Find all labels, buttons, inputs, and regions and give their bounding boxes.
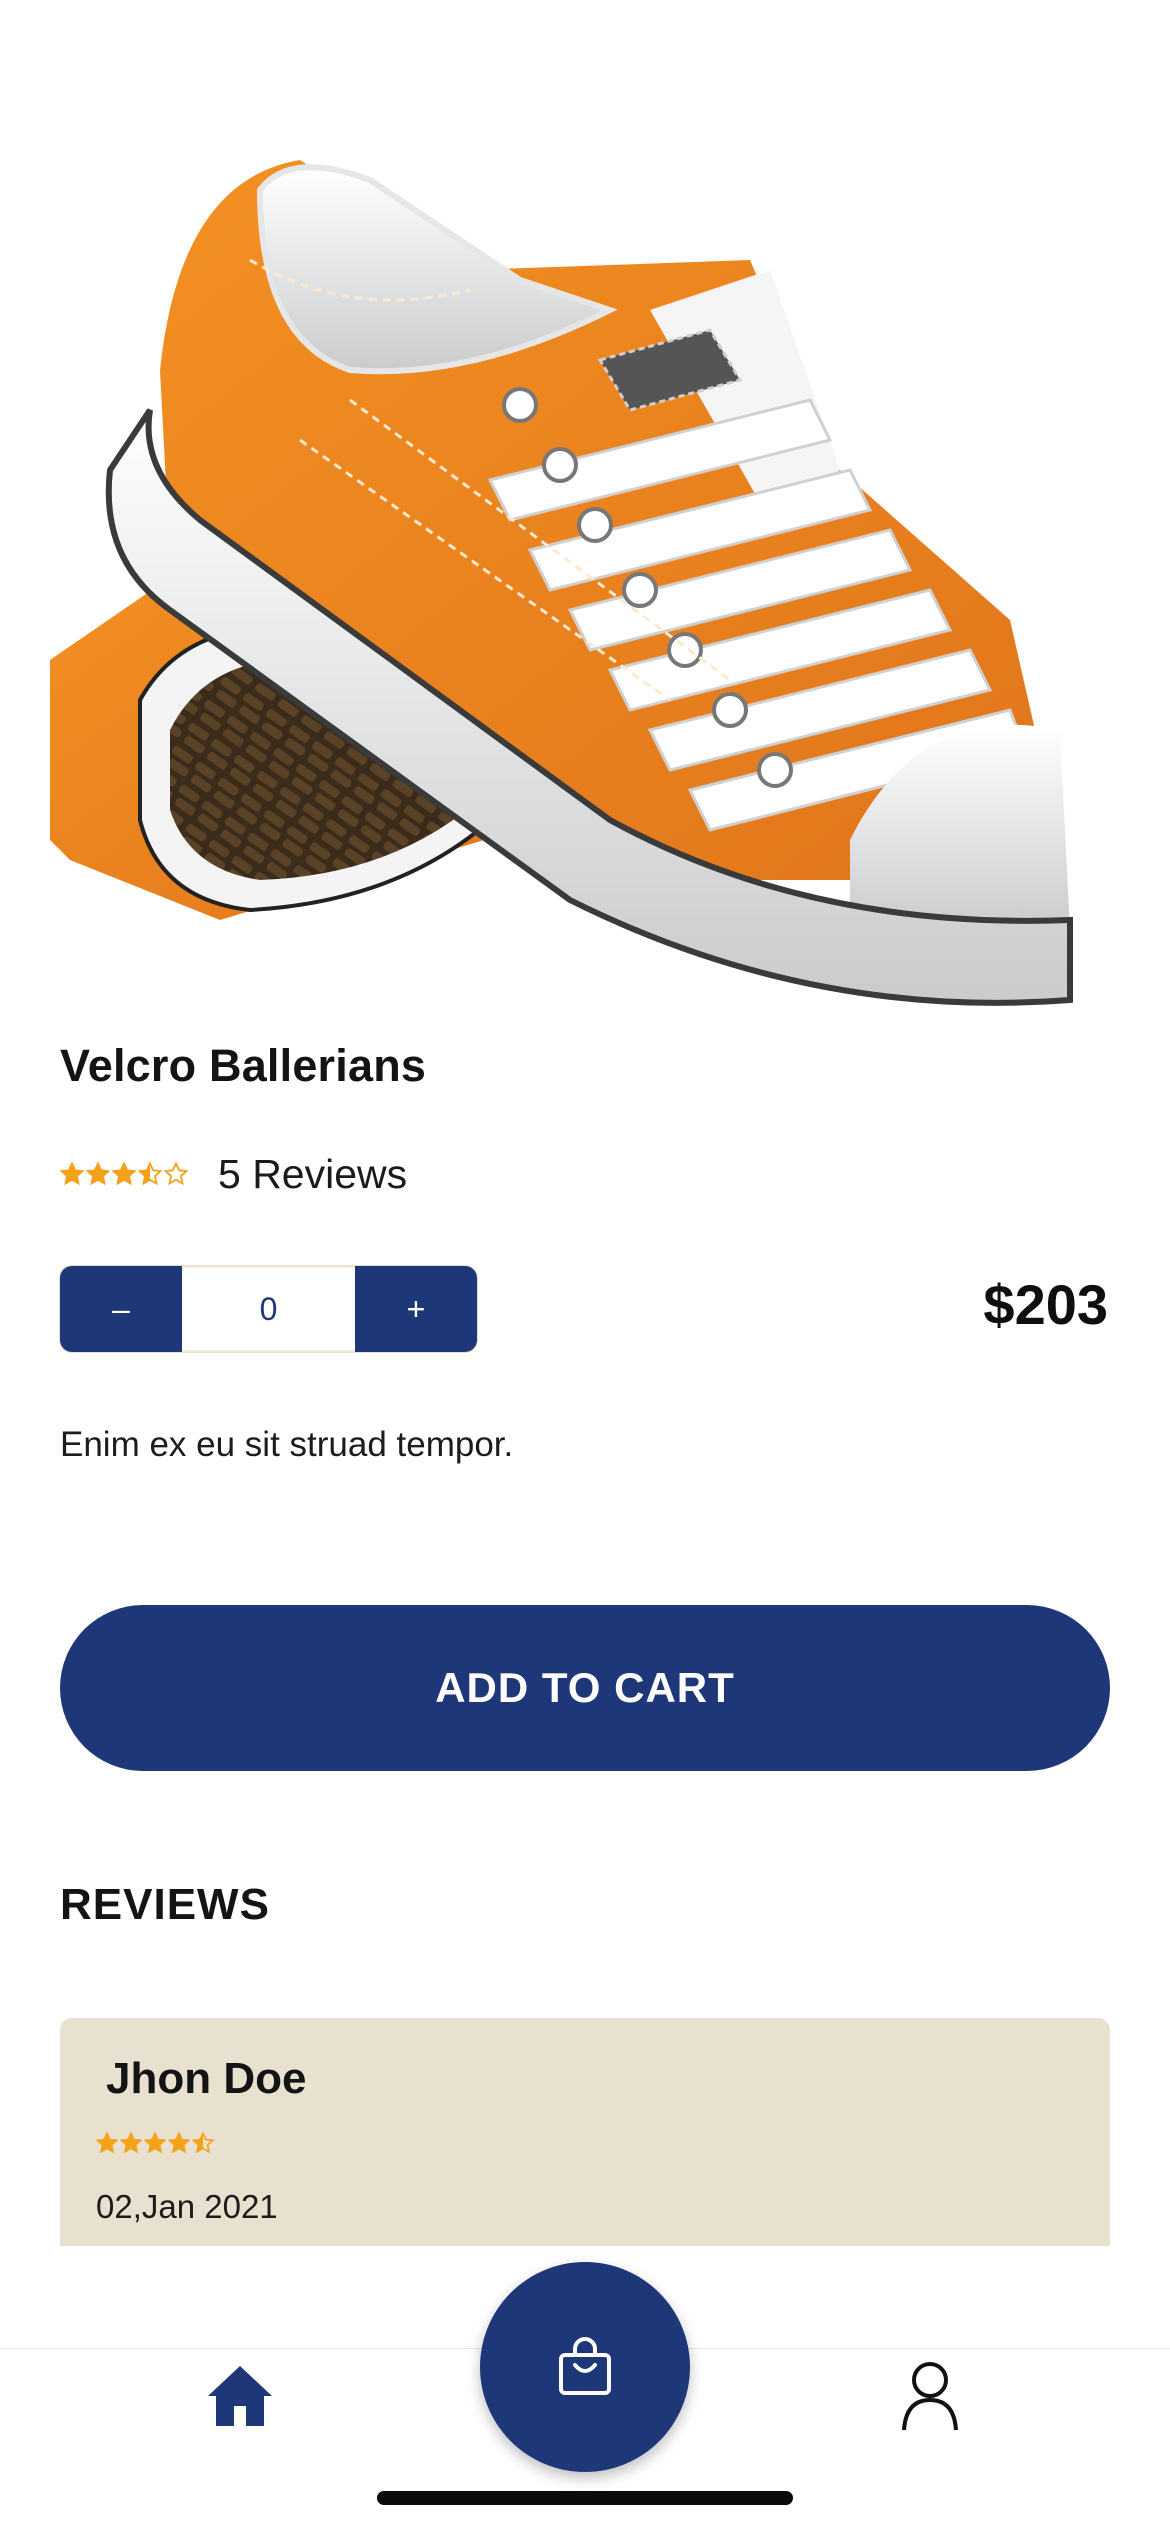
add-to-cart-button[interactable]: ADD TO CART xyxy=(60,1605,1110,1771)
shopping-bag-icon xyxy=(559,2337,611,2395)
review-rating-stars xyxy=(96,2132,214,2154)
star-full-icon xyxy=(144,2132,166,2154)
product-price: $203 xyxy=(983,1273,1108,1336)
review-author: Jhon Doe xyxy=(106,2054,307,2103)
star-empty-icon xyxy=(164,1162,188,1186)
user-icon xyxy=(902,2362,958,2431)
star-half-icon xyxy=(138,1162,162,1186)
product-rating: 5 Reviews xyxy=(60,1146,407,1202)
tab-profile[interactable] xyxy=(898,2360,962,2432)
home-indicator xyxy=(377,2491,793,2505)
product-description: Enim ex eu sit struad tempor. xyxy=(60,1425,514,1464)
star-full-icon xyxy=(168,2132,190,2154)
product-image xyxy=(50,140,1120,1040)
quantity-stepper: – 0 + xyxy=(60,1266,477,1352)
tab-home[interactable] xyxy=(204,2360,276,2432)
star-full-icon xyxy=(112,1162,136,1186)
tab-cart[interactable] xyxy=(480,2262,690,2472)
star-half-icon xyxy=(192,2132,214,2154)
star-full-icon xyxy=(60,1162,84,1186)
review-card: Jhon Doe 02,Jan 2021 xyxy=(60,2018,1110,2246)
reviews-count[interactable]: 5 Reviews xyxy=(218,1151,407,1198)
quantity-value[interactable]: 0 xyxy=(182,1266,355,1352)
decrease-quantity-button[interactable]: – xyxy=(60,1266,182,1352)
star-full-icon xyxy=(96,2132,118,2154)
product-detail-screen: Velcro Ballerians 5 Reviews – 0 + $203 E… xyxy=(0,0,1170,2532)
reviews-heading: REVIEWS xyxy=(60,1880,270,1929)
product-rating-stars xyxy=(60,1162,188,1186)
increase-quantity-button[interactable]: + xyxy=(355,1266,477,1352)
home-icon xyxy=(208,2366,272,2426)
review-date: 02,Jan 2021 xyxy=(96,2188,278,2225)
product-title: Velcro Ballerians xyxy=(60,1040,427,1091)
star-full-icon xyxy=(120,2132,142,2154)
star-full-icon xyxy=(86,1162,110,1186)
